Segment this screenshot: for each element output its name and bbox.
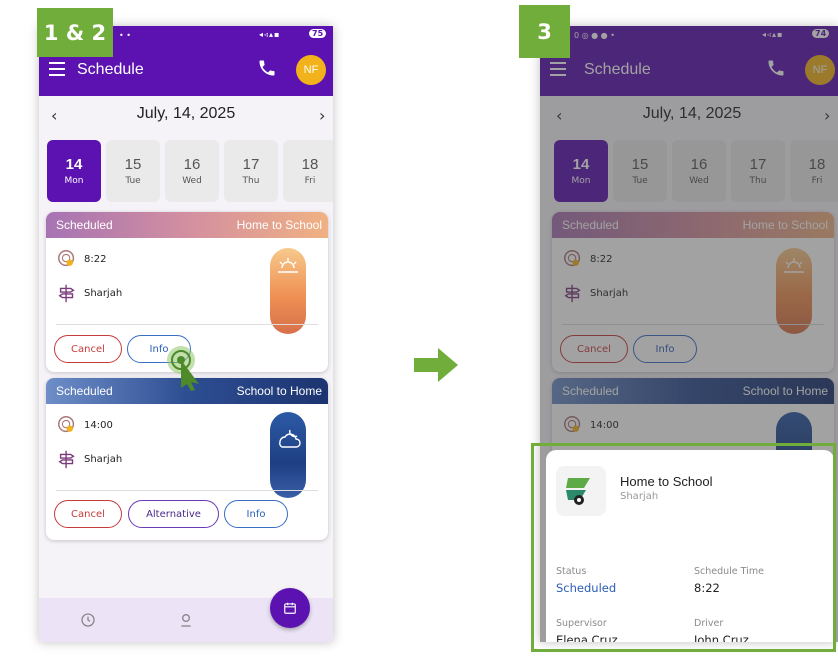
status-value: Scheduled — [556, 581, 617, 595]
step-label-1-2: 1 & 2 — [37, 8, 113, 57]
day-number: 14 — [65, 156, 83, 173]
day-tab[interactable]: 17 Thu — [224, 140, 278, 202]
clock-pin-icon — [58, 250, 75, 267]
status-indicators: • • — [119, 31, 131, 40]
trip-place: Sharjah — [84, 453, 123, 465]
menu-icon[interactable] — [49, 62, 65, 76]
trip-place-row: Sharjah — [56, 282, 122, 304]
day-tab[interactable]: 16 Wed — [165, 140, 219, 202]
app-title: Schedule — [77, 61, 144, 78]
schedule-time-value: 8:22 — [694, 581, 720, 595]
date-navigator: ‹ July, 14, 2025 › — [39, 96, 333, 136]
trip-time-row: 8:22 — [56, 248, 106, 270]
sheet-title: Home to School — [620, 474, 713, 489]
day-selector: 14 Mon 15 Tue 16 Wed 17 Thu 18 Fri — [47, 140, 333, 202]
current-date: July, 14, 2025 — [136, 105, 236, 122]
day-number: 15 — [124, 156, 142, 173]
sheet-subtitle: Sharjah — [620, 491, 659, 502]
day-name: Thu — [242, 176, 260, 186]
battery-indicator: 75 — [309, 29, 327, 38]
schedule-time-label: Schedule Time — [694, 566, 764, 577]
day-number: 16 — [183, 156, 201, 173]
trip-route: School to Home — [236, 384, 322, 398]
next-step-arrow-icon — [414, 348, 458, 382]
supervisor-name: Elena Cruz — [556, 633, 618, 642]
step-label-3: 3 — [519, 5, 570, 58]
cancel-button[interactable]: Cancel — [54, 500, 122, 528]
right-phone-screen: 0 ◎ ● ● • ◂◃▴▪ 74 Schedule NF ‹ July, 14… — [540, 26, 838, 642]
day-tab[interactable]: 15 Tue — [106, 140, 160, 202]
status-label: Status — [556, 566, 587, 577]
day-name: Wed — [182, 176, 202, 186]
trip-card-school-to-home: Scheduled School to Home 14:00 Sharjah C… — [46, 378, 328, 540]
avatar[interactable]: NF — [296, 55, 326, 85]
trip-time-row: 14:00 — [56, 414, 113, 436]
info-button[interactable]: Info — [224, 500, 288, 528]
signpost-icon — [58, 450, 75, 469]
calendar-fab-button[interactable] — [270, 588, 310, 628]
card-divider — [56, 324, 318, 325]
calendar-icon — [284, 602, 296, 614]
location-icon[interactable] — [178, 611, 194, 629]
day-number: 18 — [301, 156, 319, 173]
trip-card-header: Scheduled Home to School — [46, 212, 328, 238]
day-name: Tue — [125, 176, 141, 186]
day-tab[interactable]: 14 Mon — [47, 140, 101, 202]
history-icon[interactable] — [80, 612, 96, 628]
trip-place-row: Sharjah — [56, 448, 122, 470]
day-name: Fri — [304, 176, 316, 186]
alternative-button[interactable]: Alternative — [128, 500, 219, 528]
trip-time: 8:22 — [84, 253, 107, 265]
trip-time: 14:00 — [84, 419, 113, 431]
moon-cloud-pill-icon — [270, 412, 306, 498]
bus-app-icon — [556, 466, 606, 516]
trip-place: Sharjah — [84, 287, 123, 299]
driver-label: Driver — [694, 618, 724, 629]
cancel-button[interactable]: Cancel — [54, 335, 122, 363]
phone-icon[interactable] — [257, 58, 277, 78]
clock-pin-icon — [58, 416, 75, 433]
trip-route: Home to School — [236, 218, 322, 232]
signpost-icon — [58, 284, 75, 303]
trip-status: Scheduled — [56, 384, 113, 398]
trip-info-sheet: Home to School Sharjah Status Scheduled … — [546, 450, 834, 642]
day-name: Mon — [64, 176, 84, 186]
tap-cursor-icon — [167, 346, 199, 391]
card-divider — [56, 490, 318, 491]
driver-name: John Cruz — [694, 633, 749, 642]
supervisor-label: Supervisor — [556, 618, 607, 629]
day-number: 17 — [242, 156, 260, 173]
day-tab[interactable]: 18 Fri — [283, 140, 333, 202]
signal-icon: ◂◃▴▪ — [259, 30, 281, 39]
next-date-chevron-icon[interactable]: › — [319, 106, 325, 125]
left-phone-screen: • • ◂◃▴▪ 75 Schedule NF ‹ July, 14, 2025… — [39, 26, 333, 642]
trip-status: Scheduled — [56, 218, 113, 232]
sunrise-pill-icon — [270, 248, 306, 334]
